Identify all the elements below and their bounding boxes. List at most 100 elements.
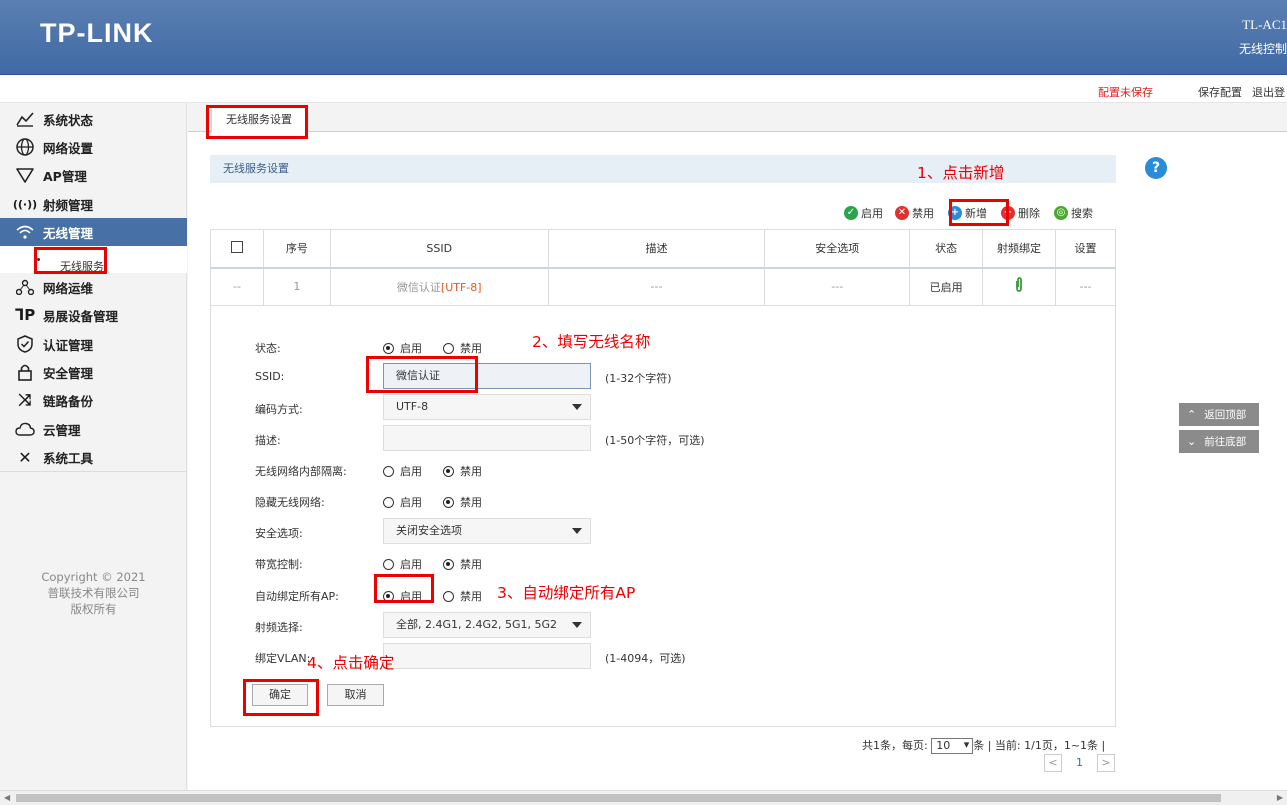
row-desc: --- — [547, 267, 766, 306]
search-button[interactable]: ◎ 搜索 — [1054, 205, 1093, 221]
sidebar-item-security[interactable]: 安全管理 — [0, 358, 187, 386]
config-unsaved-link[interactable]: 配置未保存 — [1098, 84, 1153, 100]
scroll-right-icon[interactable]: ▶ — [1277, 793, 1283, 802]
row-settings: --- — [1055, 267, 1116, 306]
wifi-icon — [15, 222, 35, 242]
annotation-step2: 2、填写无线名称 — [532, 333, 651, 351]
vlan-label: 绑定VLAN: — [255, 652, 311, 665]
sidebar-item-label: 系统工具 — [43, 450, 94, 466]
search-icon: ◎ — [1054, 206, 1068, 220]
network-ops-icon — [15, 277, 35, 297]
sidebar-item-tools[interactable]: ✕ 系统工具 — [0, 443, 187, 471]
annotation-step1: 1、点击新增 — [917, 164, 1005, 182]
radio-selected-icon — [383, 342, 394, 354]
sidebar-item-ap[interactable]: AP管理 — [0, 161, 187, 189]
next-page-button[interactable]: > — [1097, 754, 1115, 772]
bandwidth-enable-radio[interactable]: 启用 — [383, 556, 422, 572]
go-to-bottom-button[interactable]: ⌄ 前往底部 — [1179, 430, 1259, 453]
state-label: 状态: — [255, 342, 281, 355]
row-ssid: 微信认证[UTF-8] — [329, 267, 549, 306]
sidebar-item-network[interactable]: 网络设置 — [0, 133, 187, 161]
sidebar-item-radio[interactable]: ((·)) 射频管理 — [0, 190, 187, 218]
sidebar-item-link-backup[interactable]: ⤨ 链路备份 — [0, 386, 187, 414]
per-page-select[interactable]: 10 — [931, 738, 974, 754]
select-all-checkbox[interactable] — [230, 240, 243, 253]
form-row-security: 安全选项: 关闭安全选项 — [211, 518, 1117, 544]
sidebar-item-label: AP管理 — [43, 168, 87, 184]
chevron-down-icon: ⌄ — [1187, 435, 1197, 448]
hide-disable-radio[interactable]: 禁用 — [443, 494, 482, 510]
radio-wave-icon: ((·)) — [12, 197, 38, 211]
sidebar-item-auth[interactable]: 认证管理 — [0, 330, 187, 358]
sidebar-item-system-status[interactable]: 系统状态 — [0, 105, 187, 133]
shuffle-icon: ⤨ — [18, 390, 32, 409]
enable-button[interactable]: ✓ 启用 — [844, 205, 883, 221]
copyright-line: Copyright © 2021 — [41, 570, 146, 584]
state-disable-radio[interactable]: 禁用 — [443, 340, 482, 356]
column-header: 安全选项 — [764, 229, 911, 269]
bandwidth-label: 带宽控制: — [255, 558, 303, 571]
radio-unselected-icon — [443, 342, 454, 354]
security-select[interactable]: 关闭安全选项 — [383, 518, 591, 544]
chart-line-icon — [15, 109, 35, 129]
sidebar-item-network-ops[interactable]: 网络运维 — [0, 273, 187, 301]
annotation-box-bind-all — [374, 574, 434, 603]
desc-input[interactable] — [383, 425, 591, 451]
delete-label: 删除 — [1018, 207, 1040, 220]
lock-icon — [15, 362, 35, 382]
form-row-radio-select: 射频选择: 全部, 2.4G1, 2.4G2, 5G1, 5G2 — [211, 612, 1117, 638]
sidebar-item-wireless[interactable]: 无线管理 — [0, 218, 187, 246]
enable-label: 启用 — [861, 207, 883, 220]
radio-label: 禁用 — [460, 342, 482, 355]
radio-label: 禁用 — [460, 496, 482, 509]
x-icon: ✕ — [895, 206, 909, 220]
vlan-hint: (1-4094，可选) — [605, 652, 686, 665]
annotation-step3: 3、自动绑定所有AP — [497, 584, 636, 602]
column-header: 状态 — [909, 229, 984, 269]
logout-link[interactable]: 退出登 — [1252, 84, 1285, 100]
page-number[interactable]: 1 — [1076, 756, 1083, 769]
disable-button[interactable]: ✕ 禁用 — [895, 205, 934, 221]
back-to-top-button[interactable]: ⌃ 返回顶部 — [1179, 403, 1259, 426]
sidebar-item-label: 无线管理 — [43, 225, 94, 241]
help-icon[interactable]: ? — [1145, 157, 1167, 179]
row-radio-binding[interactable] — [982, 267, 1057, 306]
copyright-line: 普联技术有限公司 — [47, 586, 140, 600]
encoding-text: [UTF-8] — [440, 280, 482, 294]
cancel-button[interactable]: 取消 — [327, 684, 384, 706]
sidebar-item-label: 安全管理 — [43, 365, 94, 381]
bind-all-disable-radio[interactable]: 禁用 — [443, 588, 482, 604]
scrollbar-thumb[interactable] — [16, 794, 1221, 802]
shield-check-icon — [15, 334, 35, 354]
radio-selected-icon — [443, 558, 454, 570]
desc-label: 描述: — [255, 434, 281, 447]
form-row-ssid: SSID: 微信认证 (1-32个字符) — [211, 363, 1117, 389]
cloud-icon — [15, 419, 35, 439]
isolation-enable-radio[interactable]: 启用 — [383, 463, 422, 479]
column-header: 描述 — [547, 229, 766, 269]
hide-label: 隐藏无线网络: — [255, 496, 325, 509]
table-row[interactable]: -- 1 微信认证[UTF-8] --- --- 已启用 --- — [210, 267, 1116, 306]
ap-icon — [15, 165, 35, 185]
isolation-disable-radio[interactable]: 禁用 — [443, 463, 482, 479]
vlan-input[interactable] — [383, 643, 591, 669]
save-config-link[interactable]: 保存配置 — [1198, 84, 1242, 100]
encoding-select[interactable]: UTF-8 — [383, 394, 591, 420]
sidebar-item-easy-expand[interactable]: ᒣP 易展设备管理 — [0, 301, 187, 329]
radio-select-value: 全部, 2.4G1, 2.4G2, 5G1, 5G2 — [396, 618, 558, 631]
hide-enable-radio[interactable]: 启用 — [383, 494, 422, 510]
state-enable-radio[interactable]: 启用 — [383, 340, 422, 356]
sidebar-item-label: 系统状态 — [43, 112, 94, 128]
security-value: 关闭安全选项 — [396, 524, 462, 537]
paperclip-icon[interactable] — [1013, 277, 1025, 296]
sidebar-item-label: 网络运维 — [43, 280, 94, 296]
scroll-left-icon[interactable]: ◀ — [4, 793, 10, 802]
radio-label: 启用 — [400, 558, 422, 571]
horizontal-scrollbar[interactable]: ◀ ▶ — [0, 790, 1287, 805]
radio-select[interactable]: 全部, 2.4G1, 2.4G2, 5G1, 5G2 — [383, 612, 591, 638]
prev-page-button[interactable]: < — [1044, 754, 1062, 772]
bandwidth-disable-radio[interactable]: 禁用 — [443, 556, 482, 572]
top-header: TP-LINK TL-AC1 无线控制 — [0, 0, 1287, 75]
sidebar-item-label: 链路备份 — [43, 393, 94, 409]
sidebar-item-cloud[interactable]: 云管理 — [0, 415, 187, 443]
